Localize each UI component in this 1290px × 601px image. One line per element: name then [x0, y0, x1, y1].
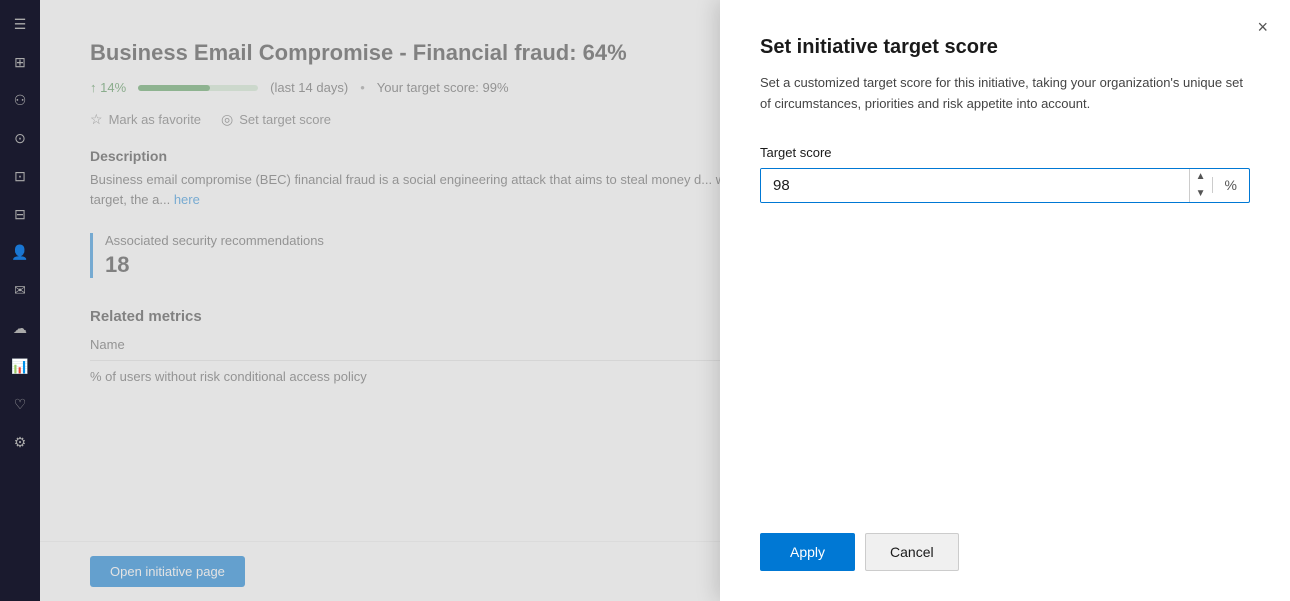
people-icon[interactable]: ⚇ — [4, 84, 36, 116]
target-score-input[interactable] — [761, 169, 1189, 202]
settings-icon[interactable]: ⚙ — [4, 426, 36, 458]
sidebar: ☰ ⊞ ⚇ ⊙ ⊡ ⊟ 👤 ✉ ☁ 📊 ♡ ⚙ — [0, 0, 40, 601]
main-content: Business Email Compromise - Financial fr… — [40, 0, 1290, 601]
cancel-button[interactable]: Cancel — [865, 533, 959, 571]
spinner-down-button[interactable]: ▼ — [1190, 185, 1212, 202]
panel-actions: Apply Cancel — [760, 513, 1250, 571]
spinner-up-button[interactable]: ▲ — [1190, 169, 1212, 186]
heart-icon[interactable]: ♡ — [4, 388, 36, 420]
home-icon[interactable]: ⊞ — [4, 46, 36, 78]
percent-label: % — [1212, 177, 1249, 193]
mail-icon[interactable]: ✉ — [4, 274, 36, 306]
spinner-controls: ▲ ▼ — [1189, 169, 1212, 202]
chart-icon[interactable]: 📊 — [4, 350, 36, 382]
close-button[interactable]: × — [1251, 14, 1274, 40]
device-icon[interactable]: ⊡ — [4, 160, 36, 192]
set-target-panel: × Set initiative target score Set a cust… — [720, 0, 1290, 601]
list-icon[interactable]: ⊟ — [4, 198, 36, 230]
user-icon[interactable]: 👤 — [4, 236, 36, 268]
panel-title: Set initiative target score — [760, 36, 1250, 59]
panel-description: Set a customized target score for this i… — [760, 73, 1250, 115]
cloud-icon[interactable]: ☁ — [4, 312, 36, 344]
clock-icon[interactable]: ⊙ — [4, 122, 36, 154]
apply-button[interactable]: Apply — [760, 533, 855, 571]
target-score-label: Target score — [760, 145, 1250, 160]
menu-icon[interactable]: ☰ — [4, 8, 36, 40]
target-score-input-row: ▲ ▼ % — [760, 168, 1250, 203]
